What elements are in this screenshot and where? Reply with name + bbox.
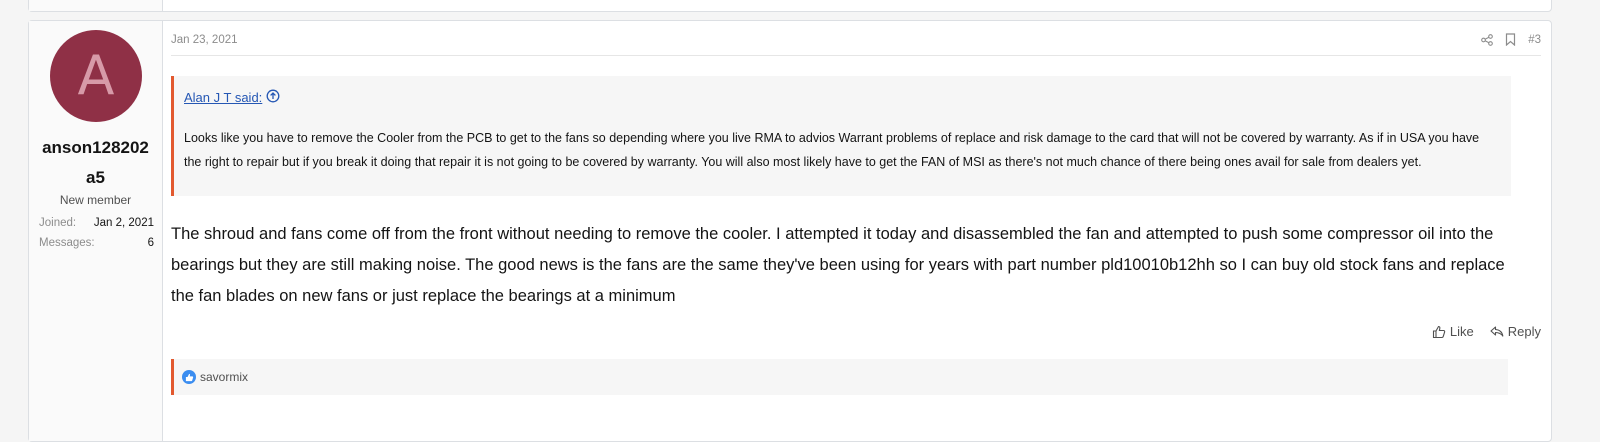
reaction-users[interactable]: savormix <box>200 370 248 384</box>
quote-author[interactable]: Alan J T said: <box>184 89 280 106</box>
post-header-actions: #3 <box>1481 33 1541 46</box>
username[interactable]: anson128202 a5 <box>29 133 162 193</box>
reply-icon <box>1490 326 1504 337</box>
post-3: A anson128202 a5 New member Joined: Jan … <box>28 20 1552 442</box>
post-header: Jan 23, 2021 #3 <box>171 33 1541 56</box>
avatar[interactable]: A <box>50 30 142 122</box>
stat-value: 6 <box>147 237 154 249</box>
thumbs-up-icon <box>182 370 196 384</box>
user-title: New member <box>59 193 132 207</box>
like-label[interactable]: Like <box>1450 324 1474 339</box>
username-line1[interactable]: anson128202 <box>37 133 154 163</box>
thumbs-up-outline-icon <box>1432 325 1446 338</box>
reply-button[interactable]: Reply <box>1490 324 1541 339</box>
arrow-up-circle-icon[interactable] <box>266 89 280 106</box>
stat-value: Jan 2, 2021 <box>93 217 154 229</box>
previous-post-user-cell <box>29 0 163 11</box>
post-date[interactable]: Jan 23, 2021 <box>171 34 238 46</box>
quote-text: Looks like you have to remove the Cooler… <box>184 131 1480 169</box>
bookmark-icon[interactable] <box>1505 33 1516 46</box>
stat-label: Messages: <box>39 237 95 249</box>
avatar-letter: A <box>77 44 115 107</box>
reactions-bar: savormix <box>171 359 1508 395</box>
post-number-link[interactable]: #3 <box>1528 34 1541 46</box>
username-line2[interactable]: a5 <box>37 163 154 193</box>
stat-joined: Joined: Jan 2, 2021 <box>39 217 154 229</box>
message-body: The shroud and fans come off from the fr… <box>171 225 1505 305</box>
user-cell: A anson128202 a5 New member Joined: Jan … <box>29 21 163 441</box>
quote-block: Alan J T said: Looks like you have to re… <box>171 76 1511 196</box>
post-footer-actions: Like Reply <box>1432 324 1541 339</box>
like-button[interactable]: Like <box>1432 324 1474 339</box>
previous-post <box>28 0 1552 12</box>
stat-label: Joined: <box>39 217 77 229</box>
quote-author-link[interactable]: Alan J T said: <box>184 90 262 105</box>
reply-label[interactable]: Reply <box>1508 324 1541 339</box>
stat-messages: Messages: 6 <box>39 237 154 249</box>
share-icon[interactable] <box>1481 33 1494 46</box>
